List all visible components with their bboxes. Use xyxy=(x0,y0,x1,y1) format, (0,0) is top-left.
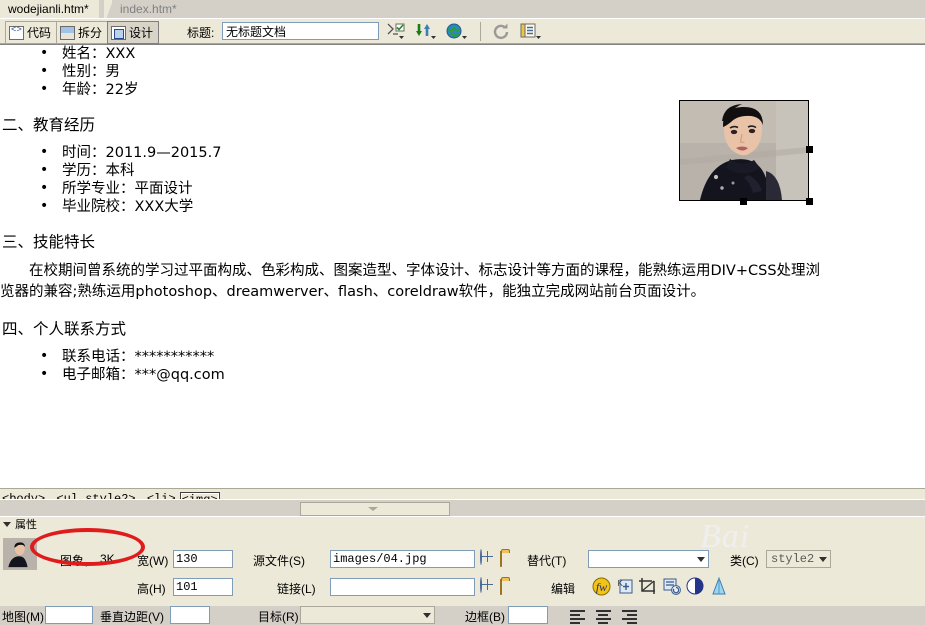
collapse-triangle-icon[interactable] xyxy=(3,522,11,527)
section-heading-skills[interactable]: 三、技能特长 xyxy=(0,232,925,252)
contact-list: 联系电话：*********** 电子邮箱：***@qq.com xyxy=(0,348,925,384)
selected-image-wrapper[interactable] xyxy=(679,100,809,201)
spacer xyxy=(0,339,925,348)
height-input[interactable] xyxy=(173,578,233,596)
file-management-icon[interactable] xyxy=(386,23,406,41)
document-toolbar: 代码 拆分 设计 标题: xyxy=(0,18,925,44)
point-to-file-icon-link[interactable] xyxy=(480,578,496,594)
dreamweaver-window: wodejianli.htm* index.htm* 代码 拆分 设计 标题: xyxy=(0,0,925,606)
document-tab-wodejianli[interactable]: wodejianli.htm* xyxy=(0,0,99,18)
optimize-icon[interactable]: K xyxy=(615,577,634,596)
skills-paragraph-line1[interactable]: 在校期间曾系统的学习过平面构成、色彩构成、图案造型、字体设计、标志设计等方面的课… xyxy=(0,261,925,282)
class-select[interactable]: style2 xyxy=(766,550,831,568)
spacer xyxy=(0,252,925,261)
resume-document: 姓名：XXX 性别：男 年龄：22岁 二、教育经历 时间：2011.9—2015… xyxy=(0,45,925,499)
code-view-icon xyxy=(9,26,24,40)
edit-photoshop-icon[interactable]: fw xyxy=(592,577,611,596)
portrait-photo-graphic xyxy=(680,101,808,200)
align-left-button[interactable] xyxy=(570,608,587,624)
chevron-down-icon xyxy=(819,557,827,562)
height-label: 高(H) xyxy=(137,580,166,597)
vspace-label: 垂直边距(V) xyxy=(100,608,164,625)
browse-folder-icon-src[interactable] xyxy=(500,552,516,568)
class-label: 类(C) xyxy=(730,552,759,569)
resize-handle-south[interactable] xyxy=(740,198,747,205)
border-input[interactable] xyxy=(508,606,548,624)
spacer xyxy=(0,303,925,319)
view-options-icon[interactable] xyxy=(520,23,542,41)
browse-folder-icon-link[interactable] xyxy=(500,580,516,596)
list-item[interactable]: 性别：男 xyxy=(38,63,925,81)
vspace-input[interactable] xyxy=(170,606,210,624)
align-center-button[interactable] xyxy=(596,608,613,624)
list-item[interactable]: 电子邮箱：***@qq.com xyxy=(38,366,925,384)
class-select-value: style2 xyxy=(771,552,814,566)
code-view-button[interactable]: 代码 xyxy=(5,21,57,44)
refresh-icon[interactable] xyxy=(493,23,511,41)
align-right-button[interactable] xyxy=(622,608,639,624)
resize-handle-southeast[interactable] xyxy=(806,198,813,205)
properties-panel-title: 属性 xyxy=(15,516,37,532)
src-input[interactable] xyxy=(330,550,475,568)
view-mode-buttons: 代码 拆分 设计 xyxy=(5,21,158,44)
map-label: 地图(M) xyxy=(2,608,44,625)
spacer xyxy=(0,216,925,232)
list-item[interactable]: 年龄：22岁 xyxy=(38,81,925,99)
resize-handle-east[interactable] xyxy=(806,146,813,153)
properties-panel: 属性 图象， 3K 宽(W) 源文件(S) 替代(T) xyxy=(0,516,925,606)
link-label: 链接(L) xyxy=(277,580,316,597)
toolbar-separator xyxy=(480,22,481,41)
image-thumbnail xyxy=(3,538,37,570)
point-to-file-icon-src[interactable] xyxy=(480,550,496,566)
split-view-label: 拆分 xyxy=(78,24,102,41)
toolbar-icon-group xyxy=(386,22,542,41)
design-view-button[interactable]: 设计 xyxy=(107,21,159,44)
width-label: 宽(W) xyxy=(137,552,168,569)
image-size-label: 3K xyxy=(100,552,115,566)
horizontal-scrollbar[interactable] xyxy=(0,499,925,515)
code-view-label: 代码 xyxy=(27,24,51,41)
scrollbar-thumb[interactable] xyxy=(300,502,450,516)
link-input[interactable] xyxy=(330,578,475,596)
resample-icon[interactable] xyxy=(662,577,682,596)
src-label: 源文件(S) xyxy=(253,552,305,569)
browser-preview-icon[interactable] xyxy=(446,23,468,41)
design-view-label: 设计 xyxy=(129,24,153,41)
document-tab-index[interactable]: index.htm* xyxy=(112,0,187,18)
target-label: 目标(R) xyxy=(258,608,299,625)
alt-label: 替代(T) xyxy=(527,552,566,569)
design-view-canvas[interactable]: 姓名：XXX 性别：男 年龄：22岁 二、教育经历 时间：2011.9—2015… xyxy=(0,44,925,499)
split-view-icon xyxy=(60,26,75,40)
width-input[interactable] xyxy=(173,550,233,568)
section-heading-contact[interactable]: 四、个人联系方式 xyxy=(0,319,925,339)
crop-icon[interactable] xyxy=(638,577,658,596)
svg-text:fw: fw xyxy=(596,580,607,594)
target-select[interactable] xyxy=(300,606,435,624)
split-view-button[interactable]: 拆分 xyxy=(56,21,108,44)
map-input[interactable] xyxy=(45,606,93,624)
design-view-icon xyxy=(111,26,126,40)
skills-paragraph-line2[interactable]: 览器的兼容;熟练运用photoshop、dreamwerver、flash、co… xyxy=(0,282,925,303)
properties-panel-body: 图象， 3K 宽(W) 源文件(S) 替代(T) 类(C) style2 高(H… xyxy=(0,532,925,607)
portrait-image[interactable] xyxy=(679,100,809,201)
preview-debug-icon[interactable] xyxy=(415,23,437,41)
border-label: 边框(B) xyxy=(465,608,505,625)
brightness-contrast-icon[interactable] xyxy=(686,577,704,596)
properties-panel-header[interactable]: 属性 xyxy=(0,517,925,531)
document-tab-strip: wodejianli.htm* index.htm* xyxy=(0,0,925,18)
list-item[interactable]: 联系电话：*********** xyxy=(38,348,925,366)
list-item[interactable]: 姓名：XXX xyxy=(38,45,925,63)
chevron-down-icon xyxy=(697,557,705,562)
personal-info-list: 姓名：XXX 性别：男 年龄：22岁 xyxy=(0,45,925,99)
svg-text:K: K xyxy=(618,579,624,588)
chevron-down-icon xyxy=(423,613,431,618)
thumbnail-graphic xyxy=(3,538,37,570)
document-title-input[interactable] xyxy=(222,22,379,40)
alt-select[interactable] xyxy=(588,550,709,568)
sharpen-icon[interactable] xyxy=(710,577,728,596)
image-type-label: 图象， xyxy=(60,552,96,569)
title-field-label: 标题: xyxy=(187,24,214,41)
edit-label: 编辑 xyxy=(551,580,575,597)
